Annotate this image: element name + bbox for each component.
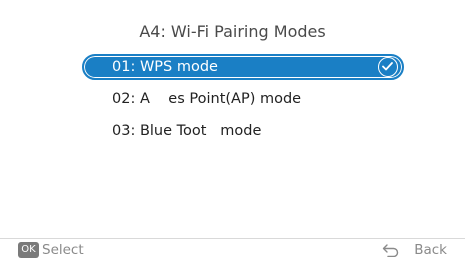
- check-circle-icon: [378, 57, 398, 77]
- menu-item-label: 03: Blue Toot mode: [112, 123, 262, 139]
- menu-item-bluetooth-mode[interactable]: 03: Blue Toot mode: [82, 118, 404, 144]
- return-arrow-icon: [382, 244, 399, 257]
- ok-button-badge[interactable]: OK: [18, 242, 39, 258]
- pairing-mode-screen: A4: Wi-Fi Pairing Modes 01: WPS mode 02:…: [0, 0, 465, 259]
- menu-item-wps-mode[interactable]: 01: WPS mode: [82, 54, 404, 80]
- checkmark-glyph: [382, 62, 393, 71]
- menu-item-label: 01: WPS mode: [112, 59, 218, 75]
- select-hint-label: Select: [42, 242, 84, 258]
- pairing-mode-list: 01: WPS mode 02: A es Point(AP) mode 03:…: [82, 54, 404, 150]
- menu-item-label: 02: A es Point(AP) mode: [112, 91, 302, 107]
- screen-title: A4: Wi-Fi Pairing Modes: [139, 22, 326, 41]
- back-hint-label: Back: [414, 242, 447, 258]
- footer-hint-bar: OK Select Back: [0, 238, 465, 259]
- menu-item-access-point-mode[interactable]: 02: A es Point(AP) mode: [82, 86, 404, 112]
